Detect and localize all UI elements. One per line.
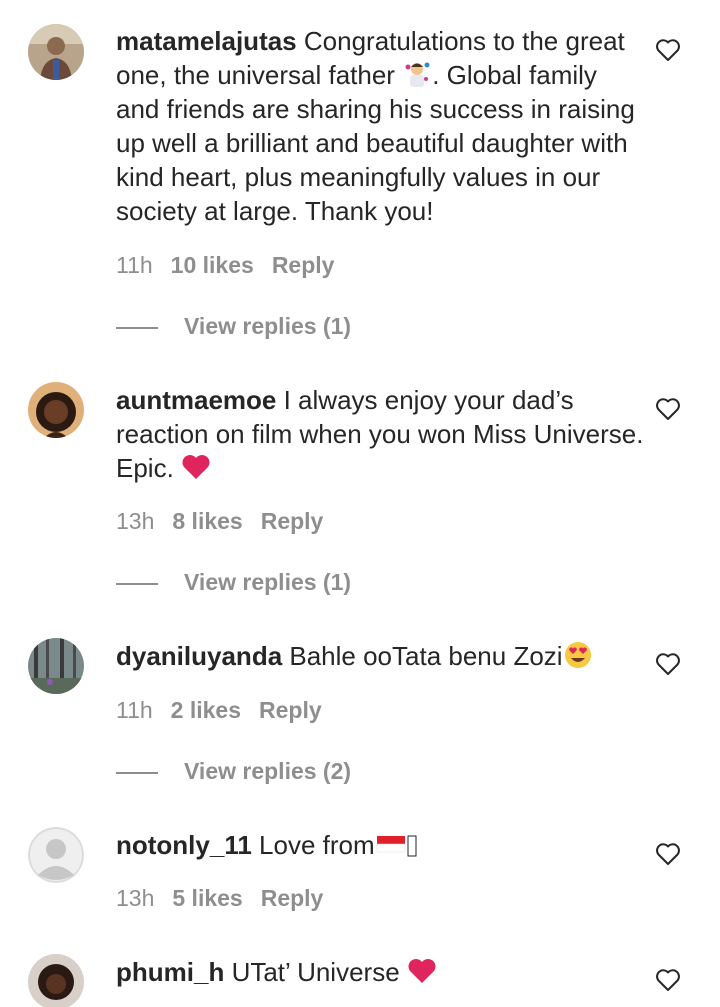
avatar-image bbox=[28, 638, 84, 694]
heart-outline-icon bbox=[656, 653, 680, 675]
comment-time: 11h bbox=[116, 697, 153, 723]
comment-text: dyaniluyanda Bahle ooTata benu Zozi bbox=[116, 639, 646, 673]
heart-eyes-emoji bbox=[564, 642, 591, 668]
reply-button[interactable]: Reply bbox=[272, 252, 335, 278]
like-button[interactable] bbox=[655, 652, 681, 678]
missing-glyph-icon bbox=[407, 835, 417, 857]
avatar[interactable] bbox=[28, 24, 84, 80]
heart-outline-icon bbox=[656, 39, 680, 61]
red-heart-emoji bbox=[408, 959, 436, 983]
heart-outline-icon bbox=[656, 398, 680, 420]
comment-time: 13h bbox=[116, 885, 155, 911]
comment-time: 11h bbox=[116, 252, 153, 278]
comment-text: matamelajutas Congratulations to the gre… bbox=[116, 26, 635, 226]
reply-button[interactable]: Reply bbox=[261, 885, 324, 911]
reply-button[interactable]: Reply bbox=[259, 697, 322, 723]
comment-time: 13h bbox=[116, 508, 155, 534]
view-replies-button[interactable]: View replies (1) bbox=[116, 313, 351, 340]
view-replies-button[interactable]: View replies (2) bbox=[116, 758, 351, 785]
like-button[interactable] bbox=[655, 842, 681, 868]
avatar[interactable] bbox=[28, 638, 84, 694]
reply-button[interactable]: Reply bbox=[261, 508, 324, 534]
comment-meta: 13h 8 likes Reply bbox=[116, 508, 341, 535]
avatar[interactable] bbox=[28, 827, 84, 883]
like-button[interactable] bbox=[655, 968, 681, 994]
avatar[interactable] bbox=[28, 954, 84, 1007]
comment-text: notonly_11 Love from bbox=[116, 828, 646, 862]
comment-username[interactable]: dyaniluyanda bbox=[116, 641, 282, 671]
heart-outline-icon bbox=[656, 969, 680, 991]
comment-username[interactable]: phumi_h bbox=[116, 957, 224, 987]
avatar-image bbox=[28, 382, 84, 438]
comment-text: phumi_h UTat’ Universe bbox=[116, 955, 646, 989]
likes-count[interactable]: 10 likes bbox=[171, 252, 254, 278]
comment-meta: 11h 2 likes Reply bbox=[116, 697, 340, 724]
comment-meta: 13h 5 likes Reply bbox=[116, 885, 341, 912]
indonesia-flag-emoji bbox=[376, 836, 405, 853]
replies-divider bbox=[116, 326, 158, 329]
comment-username[interactable]: matamelajutas bbox=[116, 26, 297, 56]
comment-text: auntmaemoe I always enjoy your dad’s rea… bbox=[116, 385, 644, 483]
avatar-image bbox=[28, 954, 84, 1007]
likes-count[interactable]: 5 likes bbox=[172, 885, 242, 911]
default-avatar-icon bbox=[28, 827, 84, 883]
avatar-image bbox=[28, 24, 84, 80]
comment-username[interactable]: notonly_11 bbox=[116, 830, 252, 860]
man-scientist-emoji bbox=[405, 62, 430, 87]
comment-username[interactable]: auntmaemoe bbox=[116, 385, 276, 415]
red-heart-emoji bbox=[182, 455, 210, 479]
avatar[interactable] bbox=[28, 382, 84, 438]
like-button[interactable] bbox=[655, 38, 681, 64]
comment-meta: 11h 10 likes Reply bbox=[116, 252, 352, 279]
likes-count[interactable]: 8 likes bbox=[172, 508, 242, 534]
replies-divider bbox=[116, 582, 158, 585]
like-button[interactable] bbox=[655, 397, 681, 423]
likes-count[interactable]: 2 likes bbox=[171, 697, 241, 723]
replies-divider bbox=[116, 771, 158, 774]
view-replies-button[interactable]: View replies (1) bbox=[116, 569, 351, 596]
heart-outline-icon bbox=[656, 843, 680, 865]
